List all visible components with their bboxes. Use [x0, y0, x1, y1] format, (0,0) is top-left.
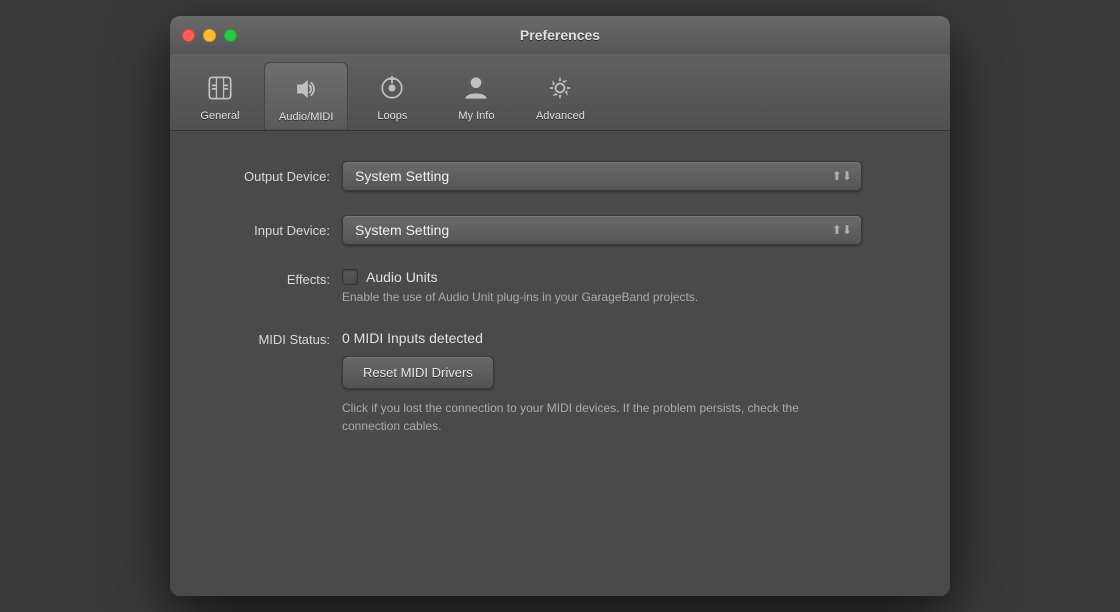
midi-status-label: MIDI Status:	[210, 330, 330, 347]
midi-row: MIDI Status: 0 MIDI Inputs detected Rese…	[210, 330, 910, 435]
preferences-window: Preferences General	[170, 16, 950, 596]
toolbar: General Audio/MIDI	[170, 54, 950, 131]
reset-midi-button[interactable]: Reset MIDI Drivers	[342, 356, 494, 389]
midi-content: 0 MIDI Inputs detected Reset MIDI Driver…	[342, 330, 822, 435]
tab-loops[interactable]: Loops	[352, 62, 432, 130]
input-device-label: Input Device:	[210, 223, 330, 238]
output-device-select-wrapper: System Setting Built-in Output External …	[342, 161, 862, 191]
effects-row: Effects: Audio Units Enable the use of A…	[210, 269, 910, 306]
tab-my-info[interactable]: My Info	[436, 62, 516, 130]
effects-helper-text: Enable the use of Audio Unit plug-ins in…	[342, 289, 698, 306]
tab-my-info-label: My Info	[458, 110, 494, 122]
input-device-row: Input Device: System Setting Built-in In…	[210, 215, 910, 245]
midi-helper-text: Click if you lost the connection to your…	[342, 399, 822, 435]
audio-midi-icon	[288, 71, 324, 107]
tab-advanced[interactable]: Advanced	[520, 62, 600, 130]
tab-loops-label: Loops	[377, 110, 407, 122]
output-device-select[interactable]: System Setting Built-in Output External …	[342, 161, 862, 191]
output-device-label: Output Device:	[210, 169, 330, 184]
minimize-button[interactable]	[203, 29, 216, 42]
tab-audio-midi[interactable]: Audio/MIDI	[264, 62, 348, 130]
tab-advanced-label: Advanced	[536, 110, 585, 122]
input-device-select[interactable]: System Setting Built-in Input External I…	[342, 215, 862, 245]
effects-content: Audio Units Enable the use of Audio Unit…	[342, 269, 698, 306]
content-area: Output Device: System Setting Built-in O…	[170, 131, 950, 596]
my-info-icon	[458, 70, 494, 106]
traffic-lights	[182, 29, 237, 42]
close-button[interactable]	[182, 29, 195, 42]
audio-units-checkbox[interactable]	[342, 269, 358, 285]
input-device-select-wrapper: System Setting Built-in Input External I…	[342, 215, 862, 245]
midi-status-text: 0 MIDI Inputs detected	[342, 330, 822, 346]
tab-audio-midi-label: Audio/MIDI	[279, 111, 333, 123]
audio-units-row: Audio Units	[342, 269, 698, 285]
advanced-icon	[542, 70, 578, 106]
window-title: Preferences	[520, 27, 600, 43]
tab-general[interactable]: General	[180, 62, 260, 130]
audio-units-label: Audio Units	[366, 269, 438, 285]
effects-label: Effects:	[210, 269, 330, 287]
loops-icon	[374, 70, 410, 106]
maximize-button[interactable]	[224, 29, 237, 42]
title-bar: Preferences	[170, 16, 950, 54]
tab-general-label: General	[200, 110, 239, 122]
output-device-row: Output Device: System Setting Built-in O…	[210, 161, 910, 191]
general-icon	[202, 70, 238, 106]
